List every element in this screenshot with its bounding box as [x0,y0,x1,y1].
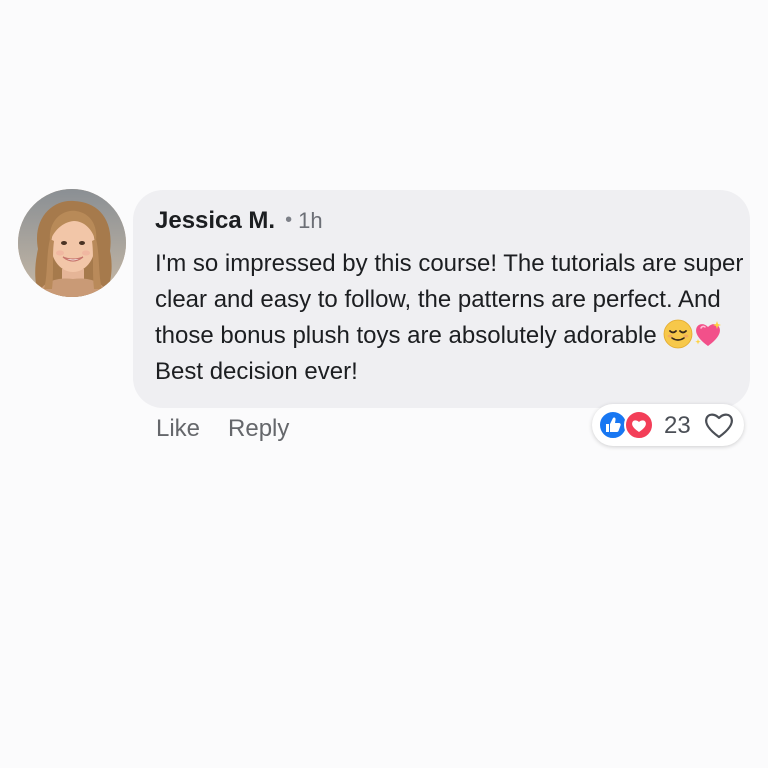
reaction-summary[interactable]: 23 [592,404,744,446]
sparkling-heart-emoji [693,319,723,349]
reaction-count: 23 [664,412,691,439]
love-icon [624,410,654,440]
comment-text-tail: Best decision ever! [155,358,358,385]
comment-bubble: Jessica M. • 1h I'm so impressed by this c… [133,190,750,408]
reply-button[interactable]: Reply [228,415,289,442]
relieved-face-emoji [663,319,693,349]
timestamp[interactable]: 1h [298,208,322,233]
author-name[interactable]: Jessica M. [155,207,275,234]
comment-actions: Like Reply [156,415,289,443]
avatar[interactable] [18,189,126,297]
comment: Jessica M. • 1h I'm so impressed by this c… [0,0,768,768]
heart-outline-icon[interactable] [702,410,736,440]
like-button[interactable]: Like [156,415,200,442]
comment-text-main: I'm so impressed by this course! The tut… [155,250,744,349]
comment-header: Jessica M. • 1h [155,207,323,235]
comment-text: I'm so impressed by this course! The tut… [155,246,745,390]
separator-dot: • [285,209,293,231]
